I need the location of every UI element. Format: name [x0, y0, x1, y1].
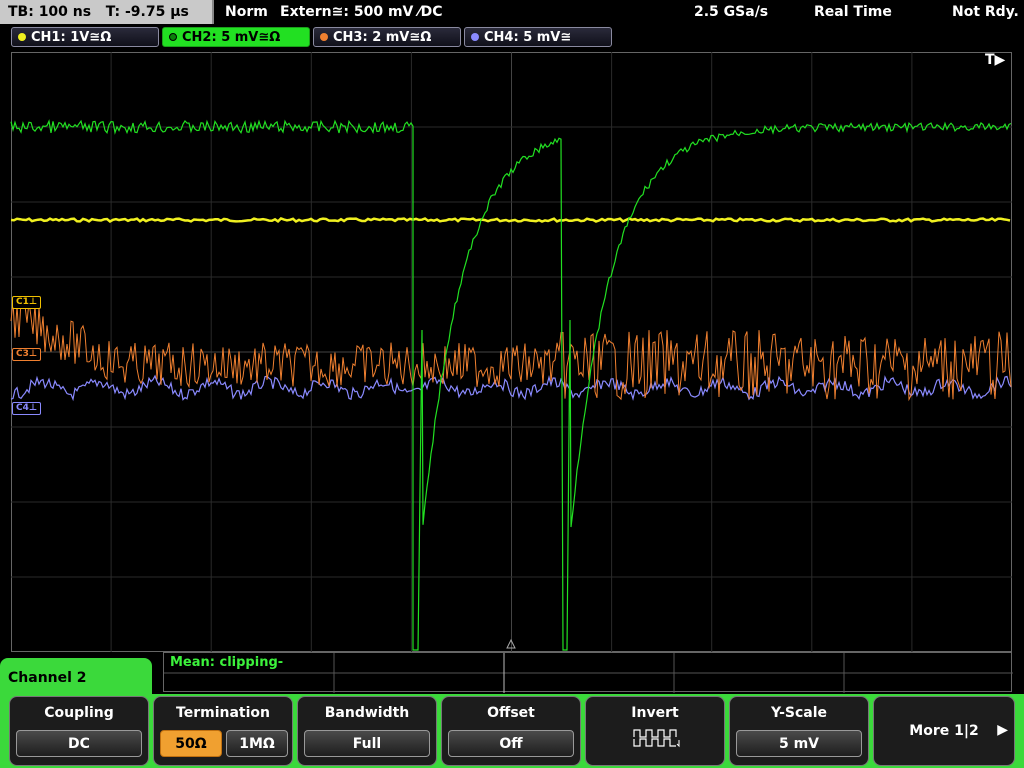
- ch3-offset-marker[interactable]: C3⊥: [12, 348, 42, 361]
- ch1-offset-marker[interactable]: C1⊥: [12, 296, 42, 309]
- coupling-title: Coupling: [44, 705, 114, 721]
- measurement-panel[interactable]: Mean: clipping-: [163, 652, 1013, 693]
- invert-softkey[interactable]: Invert: [585, 696, 725, 766]
- next-page-icon: ▶: [997, 722, 1008, 738]
- more-softkey[interactable]: More 1|2 ▶: [873, 696, 1015, 766]
- trigger-marker[interactable]: T▶: [985, 52, 1005, 68]
- more-label: More 1|2: [909, 723, 979, 739]
- bandwidth-title: Bandwidth: [324, 705, 410, 721]
- invert-title: Invert: [631, 705, 679, 721]
- waveform-traces: [10, 52, 1012, 652]
- yscale-softkey[interactable]: Y-Scale 5 mV: [729, 696, 869, 766]
- ch4-offset-marker[interactable]: C4⊥: [12, 402, 42, 415]
- menu-title-tab: Channel 2: [0, 658, 152, 698]
- coupling-value[interactable]: DC: [16, 730, 142, 757]
- measurement-grid: [164, 653, 1013, 693]
- offset-title: Offset: [487, 705, 535, 721]
- invert-waveform-icon: [633, 729, 680, 748]
- yscale-value[interactable]: 5 mV: [736, 730, 862, 757]
- termination-softkey[interactable]: Termination 50Ω 1MΩ: [153, 696, 293, 766]
- coupling-softkey[interactable]: Coupling DC: [9, 696, 149, 766]
- offset-softkey[interactable]: Offset Off: [441, 696, 581, 766]
- termination-title: Termination: [176, 705, 270, 721]
- yscale-title: Y-Scale: [770, 705, 827, 721]
- ch1-trace: [10, 217, 1011, 224]
- bandwidth-value[interactable]: Full: [304, 730, 430, 757]
- termination-50ohm[interactable]: 50Ω: [160, 730, 222, 757]
- offset-value[interactable]: Off: [448, 730, 574, 757]
- bandwidth-softkey[interactable]: Bandwidth Full: [297, 696, 437, 766]
- graticule: [11, 52, 1012, 652]
- termination-1mohm[interactable]: 1MΩ: [226, 730, 288, 757]
